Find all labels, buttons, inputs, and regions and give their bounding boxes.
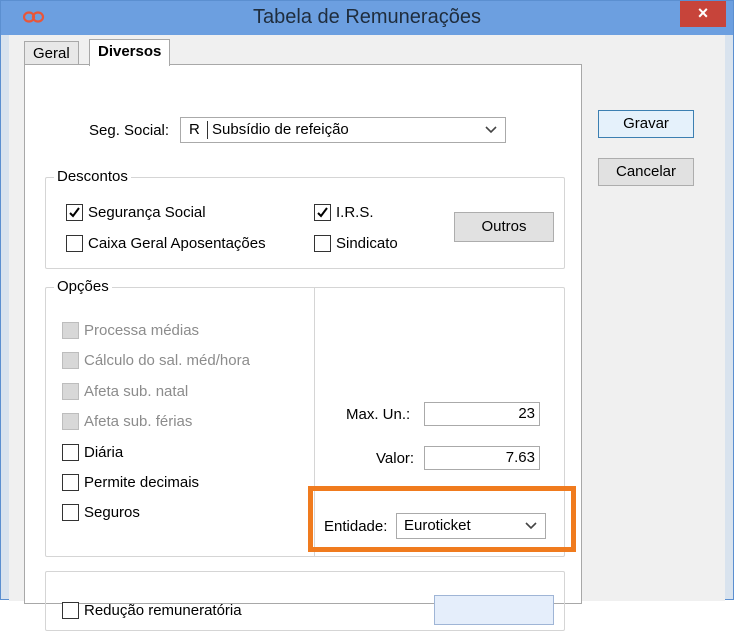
- checkbox-box-icon: [314, 235, 331, 252]
- calculo-sal-label: Cálculo do sal. méd/hora: [84, 352, 250, 369]
- processa-medias-label: Processa médias: [84, 322, 200, 339]
- diaria-label: Diária: [84, 444, 124, 461]
- gravar-button[interactable]: Gravar: [598, 110, 694, 138]
- tab-geral[interactable]: Geral: [24, 41, 79, 64]
- tab-diversos[interactable]: Diversos: [89, 39, 171, 66]
- caixa-geral-label: Caixa Geral Aposentações: [88, 235, 266, 252]
- outros-button[interactable]: Outros: [454, 212, 554, 242]
- checkbox-box-icon: [62, 602, 79, 619]
- irs-label: I.R.S.: [336, 204, 374, 221]
- seg-social-value: Subsídio de refeição: [212, 121, 349, 138]
- checkbox-box-icon: [62, 444, 79, 461]
- chevron-down-icon: [485, 126, 497, 134]
- seg-social-select[interactable]: R Subsídio de refeição: [180, 117, 506, 143]
- checkbox-box-icon: [66, 235, 83, 252]
- reducao-label: Redução remuneratória: [84, 602, 242, 619]
- valor-label: Valor:: [376, 450, 415, 467]
- title-bar[interactable]: Tabela de Remunerações ×: [1, 1, 733, 35]
- irs-checkbox[interactable]: I.R.S.: [314, 204, 374, 221]
- sindicato-checkbox[interactable]: Sindicato: [314, 235, 398, 252]
- sindicato-label: Sindicato: [336, 235, 398, 252]
- checkbox-box-icon: [62, 474, 79, 491]
- close-icon: ×: [697, 3, 709, 23]
- entidade-highlight-frame: [308, 486, 576, 552]
- afeta-ferias-checkbox[interactable]: Afeta sub. férias: [62, 413, 192, 430]
- descontos-legend: Descontos: [54, 168, 131, 185]
- processa-medias-checkbox[interactable]: Processa médias: [62, 322, 199, 339]
- checkbox-box-icon: [62, 383, 79, 400]
- afeta-ferias-label: Afeta sub. férias: [84, 413, 193, 430]
- checkmark-icon: [314, 204, 331, 221]
- seguros-checkbox[interactable]: Seguros: [62, 504, 140, 521]
- diaria-checkbox[interactable]: Diária: [62, 444, 123, 461]
- checkbox-box-icon: [62, 504, 79, 521]
- opcoes-legend: Opções: [54, 278, 112, 295]
- cancelar-button[interactable]: Cancelar: [598, 158, 694, 186]
- seg-social-separator: [207, 121, 208, 139]
- reducao-group: Redução remuneratória: [45, 571, 565, 631]
- checkbox-box-icon: [62, 322, 79, 339]
- caixa-geral-checkbox[interactable]: Caixa Geral Aposentações: [66, 235, 266, 252]
- descontos-group: Descontos Segurança Social Caixa Geral A…: [45, 168, 565, 269]
- seguros-label: Seguros: [84, 504, 140, 521]
- seguranca-social-checkbox[interactable]: Segurança Social: [66, 204, 206, 221]
- max-un-label: Max. Un.:: [346, 406, 411, 423]
- afeta-natal-checkbox[interactable]: Afeta sub. natal: [62, 383, 188, 400]
- close-button[interactable]: ×: [680, 1, 726, 27]
- checkbox-box-icon: [62, 413, 79, 430]
- reducao-checkbox[interactable]: Redução remuneratória: [62, 602, 242, 619]
- afeta-natal-label: Afeta sub. natal: [84, 383, 189, 400]
- calculo-sal-checkbox[interactable]: Cálculo do sal. méd/hora: [62, 352, 250, 369]
- seg-social-label: Seg. Social:: [89, 122, 170, 139]
- window-title: Tabela de Remunerações: [253, 6, 481, 28]
- seg-social-code: R: [189, 121, 200, 138]
- checkbox-box-icon: [62, 352, 79, 369]
- valor-input[interactable]: 7.63: [424, 446, 540, 470]
- seguranca-social-label: Segurança Social: [88, 204, 206, 221]
- checkmark-icon: [66, 204, 83, 221]
- permite-decimais-label: Permite decimais: [84, 474, 200, 491]
- max-un-input[interactable]: 23: [424, 402, 540, 426]
- permite-decimais-checkbox[interactable]: Permite decimais: [62, 474, 199, 491]
